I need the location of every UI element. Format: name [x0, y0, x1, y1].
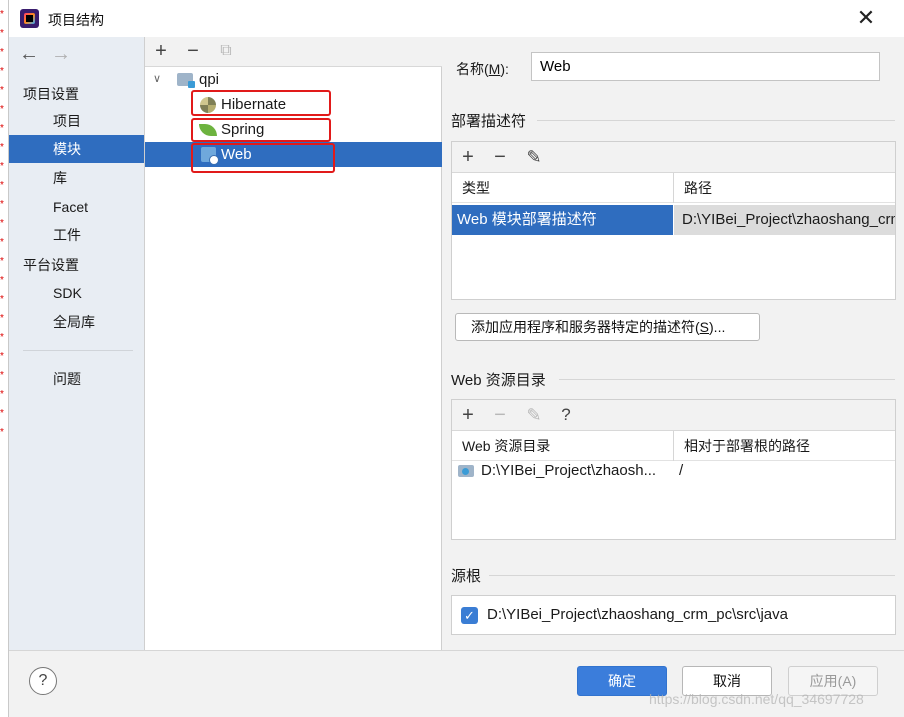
annotation-box-web — [191, 143, 335, 173]
background-asterisk: * — [0, 123, 4, 134]
module-tree-panel: + − ⧉ ∨ qpi Hibernate Spring Web — [144, 37, 442, 650]
resource-dir-value: D:\YIBei_Project\zhaosh... — [481, 462, 657, 479]
background-asterisk: * — [0, 199, 4, 210]
module-folder-icon — [177, 73, 195, 88]
title-bar: 项目结构 ✕ — [9, 0, 904, 37]
remove-icon[interactable]: − — [182, 39, 204, 63]
column-resource-dir-header[interactable]: Web 资源目录 — [452, 431, 550, 461]
nav-item-modules[interactable]: 模块 — [9, 135, 144, 163]
background-asterisk: * — [0, 104, 4, 115]
resource-row-relative-path[interactable]: / — [674, 459, 895, 483]
chevron-down-icon[interactable]: ∨ — [153, 67, 161, 92]
source-root-path: D:\YIBei_Project\zhaoshang_crm_pc\src\ja… — [487, 606, 788, 623]
add-icon[interactable]: + — [150, 39, 172, 63]
column-type-header[interactable]: 类型 — [452, 173, 490, 203]
add-icon[interactable]: + — [457, 403, 479, 427]
background-asterisk: * — [0, 408, 4, 419]
background-asterisk: * — [0, 370, 4, 381]
resource-table-header: Web 资源目录 相对于部署根的路径 — [452, 431, 895, 461]
forward-arrow-icon[interactable]: → — [51, 43, 71, 66]
name-input[interactable] — [531, 52, 880, 81]
background-asterisk: * — [0, 66, 4, 77]
tree-node-qpi[interactable]: ∨ qpi — [145, 67, 442, 92]
nav-section-project-settings: 项目设置 — [23, 86, 79, 102]
nav-item-libraries[interactable]: 库 — [9, 164, 144, 192]
source-roots-heading: 源根 — [451, 568, 482, 585]
name-label: 名称(M): — [456, 61, 509, 77]
background-asterisk: * — [0, 142, 4, 153]
edit-icon[interactable]: ✎ — [523, 145, 545, 169]
background-asterisk: * — [0, 9, 4, 20]
nav-item-sdk[interactable]: SDK — [9, 279, 144, 307]
nav-item-project[interactable]: 项目 — [9, 107, 144, 135]
help-icon[interactable]: ? — [555, 403, 577, 427]
deploy-row-path[interactable]: D:\YIBei_Project\zhaoshang_crm_pc\web\WE… — [674, 205, 895, 235]
remove-icon[interactable]: − — [489, 403, 511, 427]
copy-icon[interactable]: ⧉ — [215, 39, 237, 63]
section-divider — [537, 120, 895, 121]
deploy-row-type[interactable]: Web 模块部署描述符 — [452, 205, 673, 235]
nav-section-platform-settings: 平台设置 — [23, 257, 79, 273]
tree-node-label: qpi — [199, 71, 220, 88]
resource-toolbar: + − ✎ ? — [452, 400, 895, 431]
web-folder-icon — [458, 465, 474, 477]
background-asterisk: * — [0, 256, 4, 267]
background-asterisk: * — [0, 237, 4, 248]
background-asterisk: * — [0, 47, 4, 58]
add-server-descriptor-button[interactable]: 添加应用程序和服务器特定的描述符(S)... — [455, 313, 760, 341]
column-relative-path-header[interactable]: 相对于部署根的路径 — [674, 431, 810, 461]
background-asterisk: * — [0, 180, 4, 191]
back-arrow-icon[interactable]: ← — [19, 43, 39, 66]
add-icon[interactable]: + — [457, 145, 479, 169]
column-path-header[interactable]: 路径 — [674, 173, 712, 203]
background-asterisk: * — [0, 218, 4, 229]
background-asterisk: * — [0, 275, 4, 286]
annotation-box-hibernate — [191, 90, 331, 116]
project-structure-dialog: 项目结构 ✕ ← → 项目设置 项目 模块 库 Facet 工件 平台设置 SD… — [8, 0, 904, 717]
web-resource-panel: + − ✎ ? Web 资源目录 相对于部署根的路径 D:\YIBei_Proj… — [451, 399, 896, 540]
edit-icon[interactable]: ✎ — [523, 403, 545, 427]
deploy-descriptor-panel: + − ✎ 类型 路径 Web 模块部署描述符 D:\YIBei_Project… — [451, 141, 896, 300]
intellij-icon — [20, 9, 39, 28]
nav-item-global-libraries[interactable]: 全局库 — [9, 308, 144, 336]
watermark: https://blog.csdn.net/qq_34697728 — [649, 691, 864, 707]
section-divider — [559, 379, 895, 380]
source-roots-panel: ✓ D:\YIBei_Project\zhaoshang_crm_pc\src\… — [451, 595, 896, 635]
facet-settings-panel: 名称(M): 部署描述符 + − ✎ 类型 路径 Web 模块部署描述符 D:\… — [443, 37, 904, 650]
background-asterisk: * — [0, 85, 4, 96]
annotation-box-spring — [191, 118, 331, 142]
background-asterisk: * — [0, 313, 4, 324]
source-root-checkbox[interactable]: ✓ — [461, 607, 478, 624]
resource-row-dir[interactable]: D:\YIBei_Project\zhaosh... — [452, 459, 673, 483]
section-divider — [489, 575, 895, 576]
nav-item-facets[interactable]: Facet — [9, 193, 144, 221]
background-asterisk: * — [0, 351, 4, 362]
settings-nav: ← → 项目设置 项目 模块 库 Facet 工件 平台设置 SDK 全局库 问… — [9, 37, 144, 650]
nav-item-artifacts[interactable]: 工件 — [9, 221, 144, 249]
tree-toolbar: + − ⧉ — [145, 37, 442, 67]
background-asterisk: * — [0, 28, 4, 39]
remove-icon[interactable]: − — [489, 145, 511, 169]
background-asterisk: * — [0, 161, 4, 172]
dialog-footer: ? 确定 取消 应用(A) https://blog.csdn.net/qq_3… — [9, 650, 904, 717]
deploy-toolbar: + − ✎ — [452, 142, 895, 173]
nav-divider — [23, 350, 133, 351]
background-asterisk: * — [0, 294, 4, 305]
close-icon[interactable]: ✕ — [854, 6, 878, 30]
web-resource-heading: Web 资源目录 — [451, 372, 546, 389]
deploy-descriptor-heading: 部署描述符 — [451, 113, 527, 130]
help-button[interactable]: ? — [29, 667, 57, 695]
background-asterisk: * — [0, 389, 4, 400]
nav-item-problems[interactable]: 问题 — [9, 365, 144, 393]
deploy-table-header: 类型 路径 — [452, 173, 895, 203]
background-asterisk: * — [0, 332, 4, 343]
window-title: 项目结构 — [48, 12, 104, 28]
background-asterisk: * — [0, 427, 4, 438]
